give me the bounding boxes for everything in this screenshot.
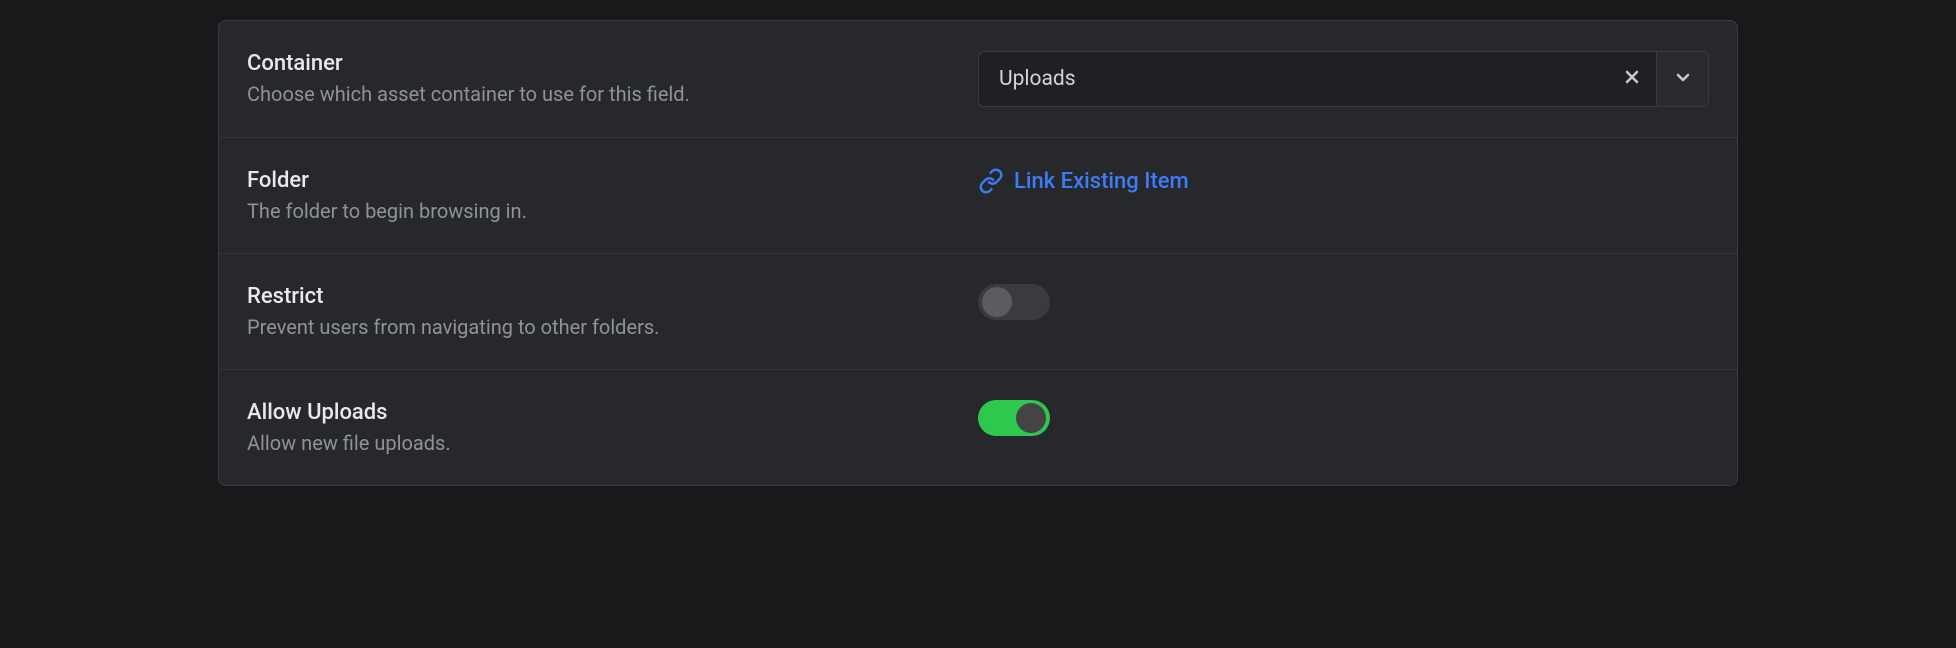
allow-uploads-description: Allow new file uploads. xyxy=(247,431,978,455)
settings-panel: Container Choose which asset container t… xyxy=(218,20,1738,486)
link-existing-item-button[interactable]: Link Existing Item xyxy=(978,168,1189,194)
restrict-description: Prevent users from navigating to other f… xyxy=(247,315,978,339)
link-existing-item-label: Link Existing Item xyxy=(1014,169,1189,194)
allow-uploads-row: Allow Uploads Allow new file uploads. xyxy=(219,370,1737,485)
allow-uploads-toggle[interactable] xyxy=(978,400,1050,436)
container-control: Uploads xyxy=(978,51,1709,107)
container-dropdown-button[interactable] xyxy=(1656,52,1708,106)
restrict-row: Restrict Prevent users from navigating t… xyxy=(219,254,1737,370)
toggle-knob xyxy=(982,287,1012,317)
container-description: Choose which asset container to use for … xyxy=(247,82,978,106)
allow-uploads-control xyxy=(978,400,1709,436)
container-select[interactable]: Uploads xyxy=(978,51,1709,107)
container-clear-button[interactable] xyxy=(1608,52,1656,106)
allow-uploads-label: Allow Uploads xyxy=(247,400,978,425)
container-row: Container Choose which asset container t… xyxy=(219,21,1737,138)
restrict-label-group: Restrict Prevent users from navigating t… xyxy=(247,284,978,339)
folder-label: Folder xyxy=(247,168,978,193)
close-icon xyxy=(1624,69,1640,89)
allow-uploads-label-group: Allow Uploads Allow new file uploads. xyxy=(247,400,978,455)
container-label-group: Container Choose which asset container t… xyxy=(247,51,978,106)
container-label: Container xyxy=(247,51,978,76)
folder-row: Folder The folder to begin browsing in. … xyxy=(219,138,1737,254)
chevron-down-icon xyxy=(1674,68,1692,90)
restrict-toggle[interactable] xyxy=(978,284,1050,320)
folder-control: Link Existing Item xyxy=(978,168,1709,194)
restrict-label: Restrict xyxy=(247,284,978,309)
folder-label-group: Folder The folder to begin browsing in. xyxy=(247,168,978,223)
restrict-control xyxy=(978,284,1709,320)
folder-description: The folder to begin browsing in. xyxy=(247,199,978,223)
container-select-value: Uploads xyxy=(979,52,1608,106)
link-icon xyxy=(978,168,1004,194)
toggle-knob xyxy=(1016,403,1046,433)
